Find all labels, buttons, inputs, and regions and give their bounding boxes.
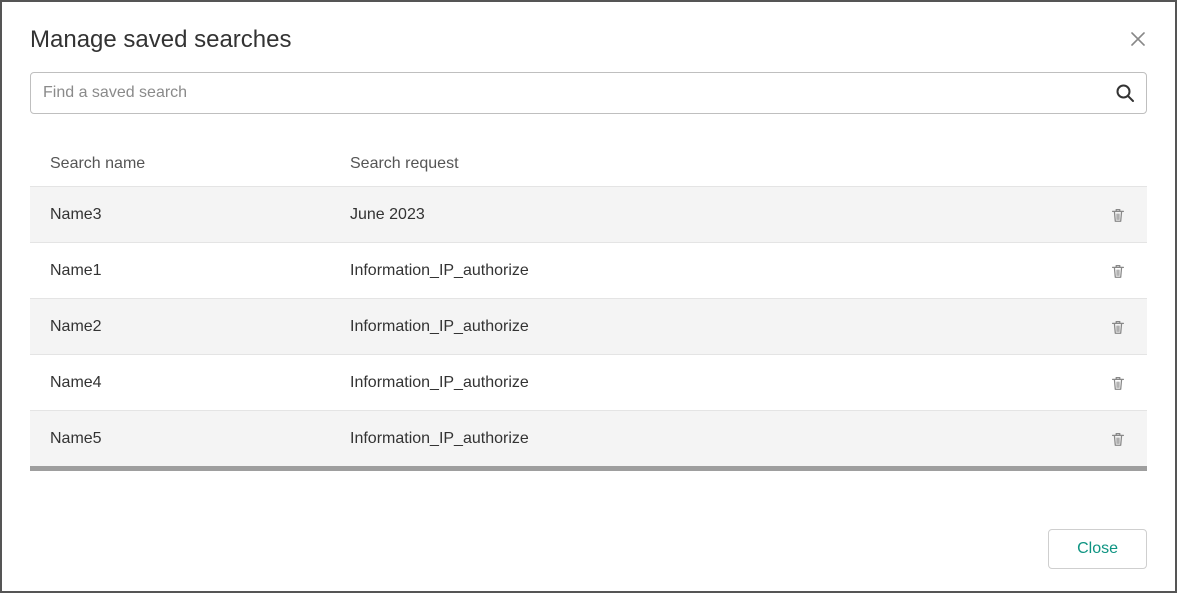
table-row[interactable]: Name5Information_IP_authorize [30,410,1147,466]
row-name: Name5 [50,430,350,448]
table-row[interactable]: Name1Information_IP_authorize [30,242,1147,298]
column-header-name: Search name [50,155,350,173]
trash-icon[interactable] [1109,206,1127,224]
table-row[interactable]: Name2Information_IP_authorize [30,298,1147,354]
row-request: Information_IP_authorize [350,374,1087,392]
row-name: Name3 [50,206,350,224]
row-request: Information_IP_authorize [350,318,1087,336]
trash-icon[interactable] [1109,262,1127,280]
row-name: Name1 [50,262,350,280]
trash-icon[interactable] [1109,430,1127,448]
manage-saved-searches-dialog: Manage saved searches Search name Search… [0,0,1177,593]
column-header-request: Search request [350,155,1087,173]
saved-searches-table: Search name Search request Name3June 202… [30,142,1147,471]
table-row[interactable]: Name3June 2023 [30,186,1147,242]
row-name: Name2 [50,318,350,336]
close-icon[interactable] [1129,30,1147,48]
table-row[interactable]: Name4Information_IP_authorize [30,354,1147,410]
trash-icon[interactable] [1109,374,1127,392]
search-icon[interactable] [1115,83,1135,103]
dialog-title: Manage saved searches [30,26,292,54]
search-input[interactable] [30,72,1147,114]
row-request: Information_IP_authorize [350,262,1087,280]
row-request: June 2023 [350,206,1087,224]
close-button[interactable]: Close [1048,529,1147,569]
trash-icon[interactable] [1109,318,1127,336]
row-name: Name4 [50,374,350,392]
row-request: Information_IP_authorize [350,430,1087,448]
